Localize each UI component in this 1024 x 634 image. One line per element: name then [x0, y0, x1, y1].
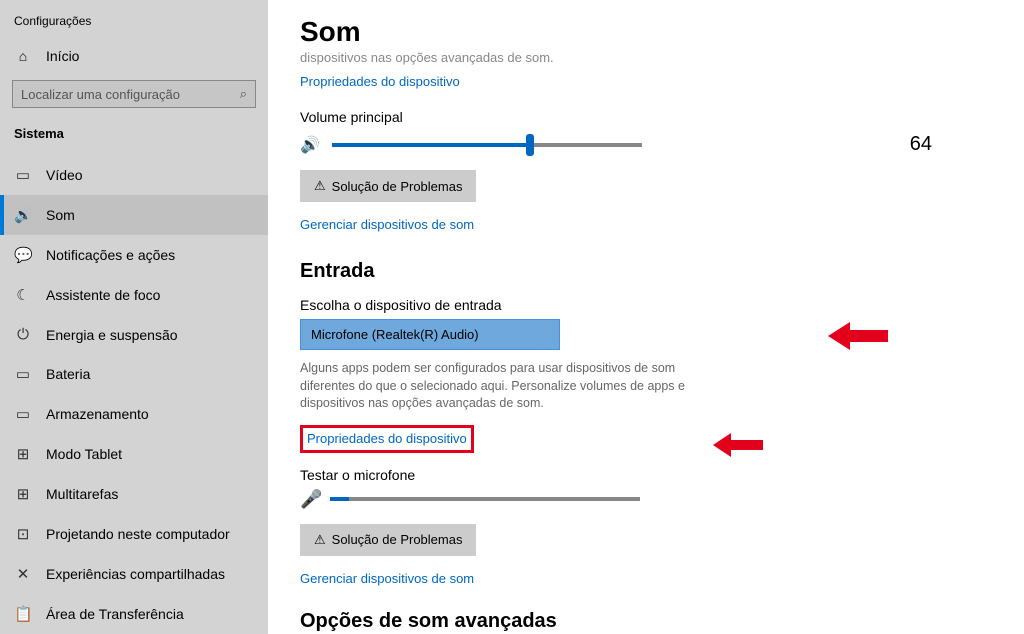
cut-text: dispositivos nas opções avançadas de som…	[300, 50, 992, 65]
sidebar-item-label: Notificações e ações	[46, 247, 175, 263]
sidebar-item-tablet[interactable]: ⊞ Modo Tablet	[0, 434, 268, 474]
input-heading: Entrada	[300, 260, 992, 283]
home-nav[interactable]: ⌂ Início	[0, 38, 268, 74]
sidebar-item-label: Área de Transferência	[46, 606, 184, 622]
mic-icon: 🎤	[300, 489, 322, 510]
input-device-dropdown[interactable]: Microfone (Realtek(R) Audio)	[300, 319, 560, 350]
settings-title: Configurações	[0, 10, 268, 38]
slider-fill	[332, 143, 530, 147]
moon-icon: ☾	[14, 286, 32, 304]
sidebar: Configurações ⌂ Início ⌕ Sistema ▭ Vídeo…	[0, 0, 268, 634]
chat-icon: 💬	[14, 246, 32, 264]
search-icon: ⌕	[240, 86, 247, 102]
sidebar-item-projecting[interactable]: ⊡ Projetando neste computador	[0, 514, 268, 554]
warning-icon: ⚠	[314, 178, 326, 194]
sidebar-item-label: Assistente de foco	[46, 287, 160, 303]
slider-thumb[interactable]	[526, 134, 534, 156]
manage-devices-link-input[interactable]: Gerenciar dispositivos de som	[300, 571, 474, 586]
search-box[interactable]: ⌕	[12, 80, 256, 108]
page-title: Som	[300, 16, 992, 48]
sidebar-item-focus[interactable]: ☾ Assistente de foco	[0, 275, 268, 315]
troubleshoot-label: Solução de Problemas	[332, 532, 463, 547]
home-label: Início	[46, 48, 79, 64]
sidebar-item-multitask[interactable]: ⊞ Multitarefas	[0, 474, 268, 514]
storage-icon: ▭	[14, 405, 32, 423]
volume-row: 🔊 64	[300, 133, 992, 156]
sidebar-item-label: Vídeo	[46, 167, 83, 183]
home-icon: ⌂	[14, 48, 32, 64]
master-volume-label: Volume principal	[300, 109, 992, 125]
device-properties-link-output[interactable]: Propriedades do dispositivo	[300, 74, 460, 89]
sidebar-item-label: Modo Tablet	[46, 446, 122, 462]
sidebar-item-battery[interactable]: ▭ Bateria	[0, 354, 268, 394]
device-properties-link-input[interactable]: Propriedades do dispositivo	[307, 431, 467, 446]
clipboard-icon: 📋	[14, 605, 32, 623]
sidebar-item-label: Experiências compartilhadas	[46, 566, 225, 582]
annotation-box: Propriedades do dispositivo	[300, 425, 474, 453]
multitask-icon: ⊞	[14, 485, 32, 503]
speaker-icon: 🔊	[14, 206, 32, 224]
troubleshoot-label: Solução de Problemas	[332, 179, 463, 194]
troubleshoot-input-button[interactable]: ⚠ Solução de Problemas	[300, 524, 476, 556]
sidebar-item-sound[interactable]: 🔊 Som	[0, 195, 268, 235]
test-mic-row: 🎤	[300, 489, 992, 510]
tablet-icon: ⊞	[14, 445, 32, 463]
annotation-arrow-dropdown	[828, 318, 888, 354]
sidebar-item-label: Bateria	[46, 366, 90, 382]
sidebar-item-clipboard[interactable]: 📋 Área de Transferência	[0, 594, 268, 634]
sidebar-item-label: Armazenamento	[46, 406, 149, 422]
manage-devices-link-output[interactable]: Gerenciar dispositivos de som	[300, 217, 474, 232]
annotation-arrow-link	[713, 430, 763, 460]
project-icon: ⊡	[14, 525, 32, 543]
input-description: Alguns apps podem ser configurados para …	[300, 360, 700, 413]
section-label: Sistema	[0, 122, 268, 155]
sidebar-item-label: Projetando neste computador	[46, 526, 230, 542]
speaker-volume-icon: 🔊	[300, 135, 320, 155]
sidebar-item-storage[interactable]: ▭ Armazenamento	[0, 394, 268, 434]
warning-icon: ⚠	[314, 532, 326, 548]
battery-icon: ▭	[14, 365, 32, 383]
test-mic-label: Testar o microfone	[300, 467, 992, 483]
volume-value: 64	[910, 133, 992, 156]
sidebar-item-label: Som	[46, 207, 75, 223]
mic-level-bar	[330, 497, 640, 501]
main-content: Som dispositivos nas opções avançadas de…	[268, 0, 1024, 634]
sidebar-item-notifications[interactable]: 💬 Notificações e ações	[0, 235, 268, 275]
sidebar-item-video[interactable]: ▭ Vídeo	[0, 155, 268, 195]
advanced-heading: Opções de som avançadas	[300, 610, 992, 633]
troubleshoot-output-button[interactable]: ⚠ Solução de Problemas	[300, 170, 476, 202]
sidebar-item-label: Multitarefas	[46, 486, 118, 502]
choose-input-label: Escolha o dispositivo de entrada	[300, 297, 992, 313]
shared-icon: ✕	[14, 565, 32, 583]
mic-level-fill	[330, 497, 349, 501]
sidebar-item-power[interactable]: ⏻ Energia e suspensão	[0, 315, 268, 354]
sidebar-item-shared[interactable]: ✕ Experiências compartilhadas	[0, 554, 268, 594]
search-input[interactable]	[21, 87, 240, 102]
volume-slider[interactable]	[332, 143, 642, 147]
power-icon: ⏻	[14, 326, 32, 343]
display-icon: ▭	[14, 166, 32, 184]
input-device-value: Microfone (Realtek(R) Audio)	[311, 327, 479, 342]
sidebar-item-label: Energia e suspensão	[46, 327, 178, 343]
